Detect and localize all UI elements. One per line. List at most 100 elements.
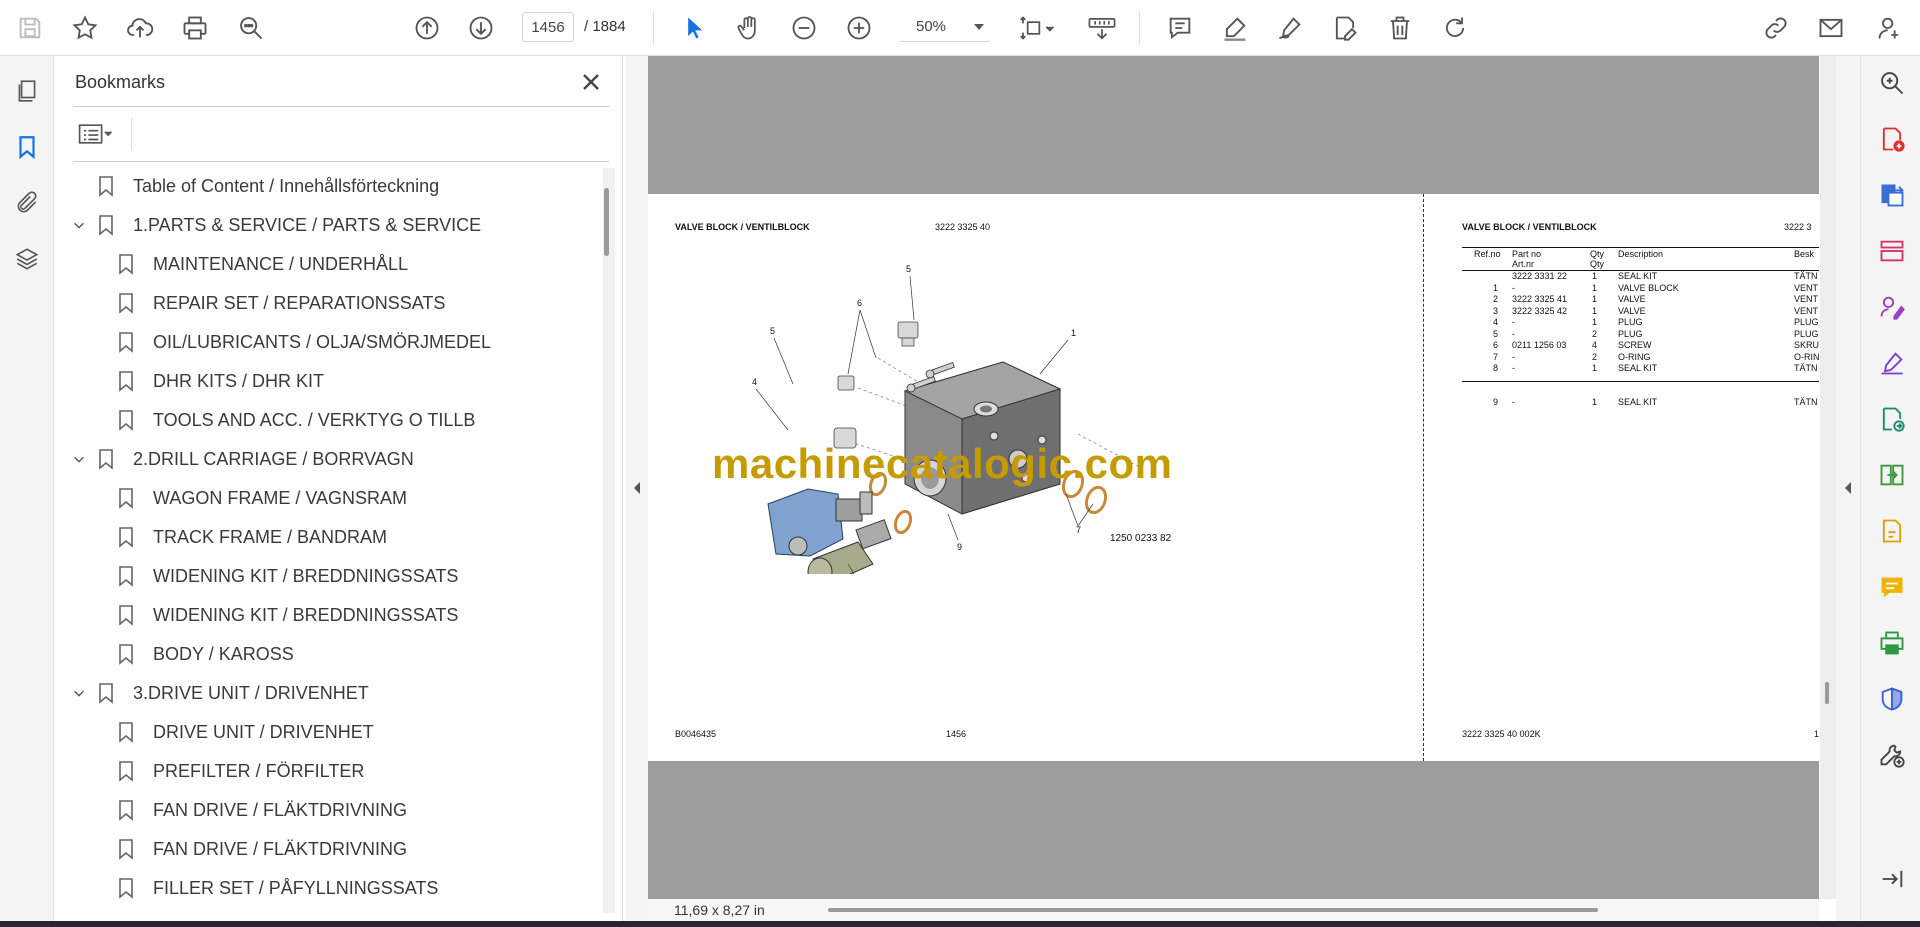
bookmark-item[interactable]: 3.DRIVE UNIT / DRIVENHET: [69, 675, 369, 711]
chevron-down-icon[interactable]: [69, 683, 89, 703]
bookmark-item[interactable]: TOOLS AND ACC. / VERKTYG O TILLB: [117, 402, 475, 438]
attachment-icon[interactable]: [10, 186, 44, 220]
fill-sign-icon[interactable]: [1877, 292, 1907, 322]
search-zoom-icon[interactable]: [1877, 68, 1907, 98]
draw-icon[interactable]: [1272, 10, 1308, 46]
bookmark-item[interactable]: MAINTENANCE / UNDERHÅLL: [117, 246, 408, 282]
sign-icon[interactable]: [1877, 348, 1907, 378]
link-icon[interactable]: [1758, 10, 1794, 46]
table-cell: 3222 3325 41: [1512, 294, 1568, 304]
edit-icon[interactable]: [1327, 10, 1363, 46]
bookmark-scrollbar[interactable]: [603, 168, 615, 913]
pages-icon[interactable]: [10, 74, 44, 108]
document-vertical-scrollbar[interactable]: [1820, 56, 1836, 899]
print-production-icon[interactable]: [1877, 628, 1907, 658]
table-row: 3222 3331 22 1 SEAL KIT TÄTN: [1462, 271, 1819, 282]
bookmark-item[interactable]: TRACK FRAME / BANDRAM: [117, 519, 387, 555]
right-page-footer-code: 3222 3325 40 002K: [1462, 729, 1541, 739]
table-cell: 4: [1592, 340, 1598, 350]
collapse-right-panel[interactable]: [1836, 56, 1860, 921]
scroll-mode-icon[interactable]: [1082, 10, 1122, 46]
bookmark-item[interactable]: FAN DRIVE / FLÄKTDRIVNING: [117, 831, 407, 867]
bookmark-item[interactable]: FAN DRIVE / FLÄKTDRIVNING: [117, 792, 407, 828]
compare-icon[interactable]: [1877, 460, 1907, 490]
edit-pdf-icon[interactable]: [1877, 516, 1907, 546]
bookmark-icon: [97, 682, 115, 704]
account-icon[interactable]: [1872, 10, 1908, 46]
left-page-title: VALVE BLOCK / VENTILBLOCK: [675, 222, 810, 232]
delete-icon[interactable]: [1382, 10, 1418, 46]
mail-icon[interactable]: [1813, 10, 1849, 46]
scroll-thumb[interactable]: [1825, 682, 1829, 704]
bookmark-icon[interactable]: [10, 130, 44, 164]
bookmark-item[interactable]: 2.DRILL CARRIAGE / BORRVAGN: [69, 441, 414, 477]
bookmark-item[interactable]: FILLER SET / PÅFYLLNINGSSATS: [117, 870, 438, 906]
bookmark-item[interactable]: DRIVE UNIT / DRIVENHET: [117, 714, 374, 750]
comment-icon[interactable]: [1162, 10, 1198, 46]
bookmark-options-button[interactable]: [77, 120, 125, 148]
more-tools-icon[interactable]: [1877, 740, 1907, 770]
send-icon[interactable]: [1877, 404, 1907, 434]
bookmark-item[interactable]: 1.PARTS & SERVICE / PARTS & SERVICE: [69, 207, 481, 243]
hand-icon[interactable]: [731, 10, 767, 46]
table-cell: PLUG: [1794, 317, 1819, 327]
highlight-icon[interactable]: [1217, 10, 1253, 46]
watermark: machinecatalogic.com: [712, 440, 1173, 487]
find-icon[interactable]: [233, 10, 269, 46]
bookmark-item[interactable]: OIL/LUBRICANTS / OLJA/SMÖRJMEDEL: [117, 324, 491, 360]
save-icon[interactable]: [12, 10, 48, 46]
bookmark-label: DRIVE UNIT / DRIVENHET: [153, 721, 374, 742]
bookmark-scroll-thumb[interactable]: [604, 188, 609, 256]
zoom-in-icon[interactable]: [841, 10, 877, 46]
fit-page-icon[interactable]: [1013, 10, 1061, 46]
collapse-left-panel[interactable]: [626, 56, 648, 921]
bookmark-item[interactable]: DHR KITS / DHR KIT: [117, 363, 324, 399]
collapse-panel-icon[interactable]: [1877, 864, 1907, 894]
table-row: 5 - 2 PLUG PLUG: [1462, 329, 1819, 340]
rotate-icon[interactable]: [1437, 10, 1473, 46]
upload-icon[interactable]: [122, 10, 158, 46]
bookmark-label: TOOLS AND ACC. / VERKTYG O TILLB: [153, 409, 476, 430]
export-pdf-icon[interactable]: [1877, 180, 1907, 210]
table-cell: SCREW: [1618, 340, 1652, 350]
left-page-part-number: 3222 3325 40: [935, 222, 991, 232]
bookmarks-title: Bookmarks: [75, 72, 166, 92]
zoom-out-icon[interactable]: [786, 10, 822, 46]
organize-pages-icon[interactable]: [1877, 236, 1907, 266]
bookmark-icon: [117, 604, 135, 626]
divider: [131, 118, 132, 150]
next-page-icon[interactable]: [463, 10, 499, 46]
print-icon[interactable]: [177, 10, 213, 46]
table-cell: 3222 3325 42: [1512, 305, 1568, 316]
bookmark-item[interactable]: WAGON FRAME / VAGNSRAM: [117, 480, 407, 516]
chevron-down-icon[interactable]: [69, 215, 89, 235]
create-pdf-icon[interactable]: [1877, 124, 1907, 154]
star-icon[interactable]: [67, 10, 103, 46]
select-arrow-icon[interactable]: [676, 10, 712, 46]
bookmark-item[interactable]: Table of Content / Innehållsförteckning: [69, 168, 439, 204]
table-cell: -: [1512, 363, 1515, 373]
bookmark-item[interactable]: WIDENING KIT / BREDDNINGSSATS: [117, 597, 458, 633]
zoom-select[interactable]: 50%: [900, 12, 990, 42]
table-cell: 6: [1492, 340, 1498, 350]
bookmark-item[interactable]: BODY / KAROSS: [117, 636, 294, 672]
bookmark-item[interactable]: WIDENING KIT / BREDDNINGSSATS: [117, 558, 458, 594]
right-tools-rail: [1860, 56, 1920, 921]
page-number-input[interactable]: 1456: [522, 12, 574, 42]
prev-page-icon[interactable]: [409, 10, 445, 46]
layers-icon[interactable]: [10, 242, 44, 276]
horizontal-scrollbar[interactable]: [828, 908, 1598, 912]
bookmark-label: WIDENING KIT / BREDDNINGSSATS: [153, 565, 459, 586]
bookmark-item[interactable]: REPAIR SET / REPARATIONSSATS: [117, 285, 445, 321]
chevron-down-icon[interactable]: [69, 449, 89, 469]
divider: [73, 161, 609, 162]
table-cell: 9: [1492, 397, 1498, 407]
comment-tool-icon[interactable]: [1877, 572, 1907, 602]
bookmark-label: TRACK FRAME / BANDRAM: [153, 526, 388, 547]
table-cell: 8: [1492, 363, 1498, 373]
bookmark-item[interactable]: PREFILTER / FÖRFILTER: [117, 753, 364, 789]
protect-icon[interactable]: [1877, 684, 1907, 714]
close-icon[interactable]: [577, 68, 607, 98]
table-row: 7 - 2 O-RING O-RIN: [1462, 352, 1820, 363]
